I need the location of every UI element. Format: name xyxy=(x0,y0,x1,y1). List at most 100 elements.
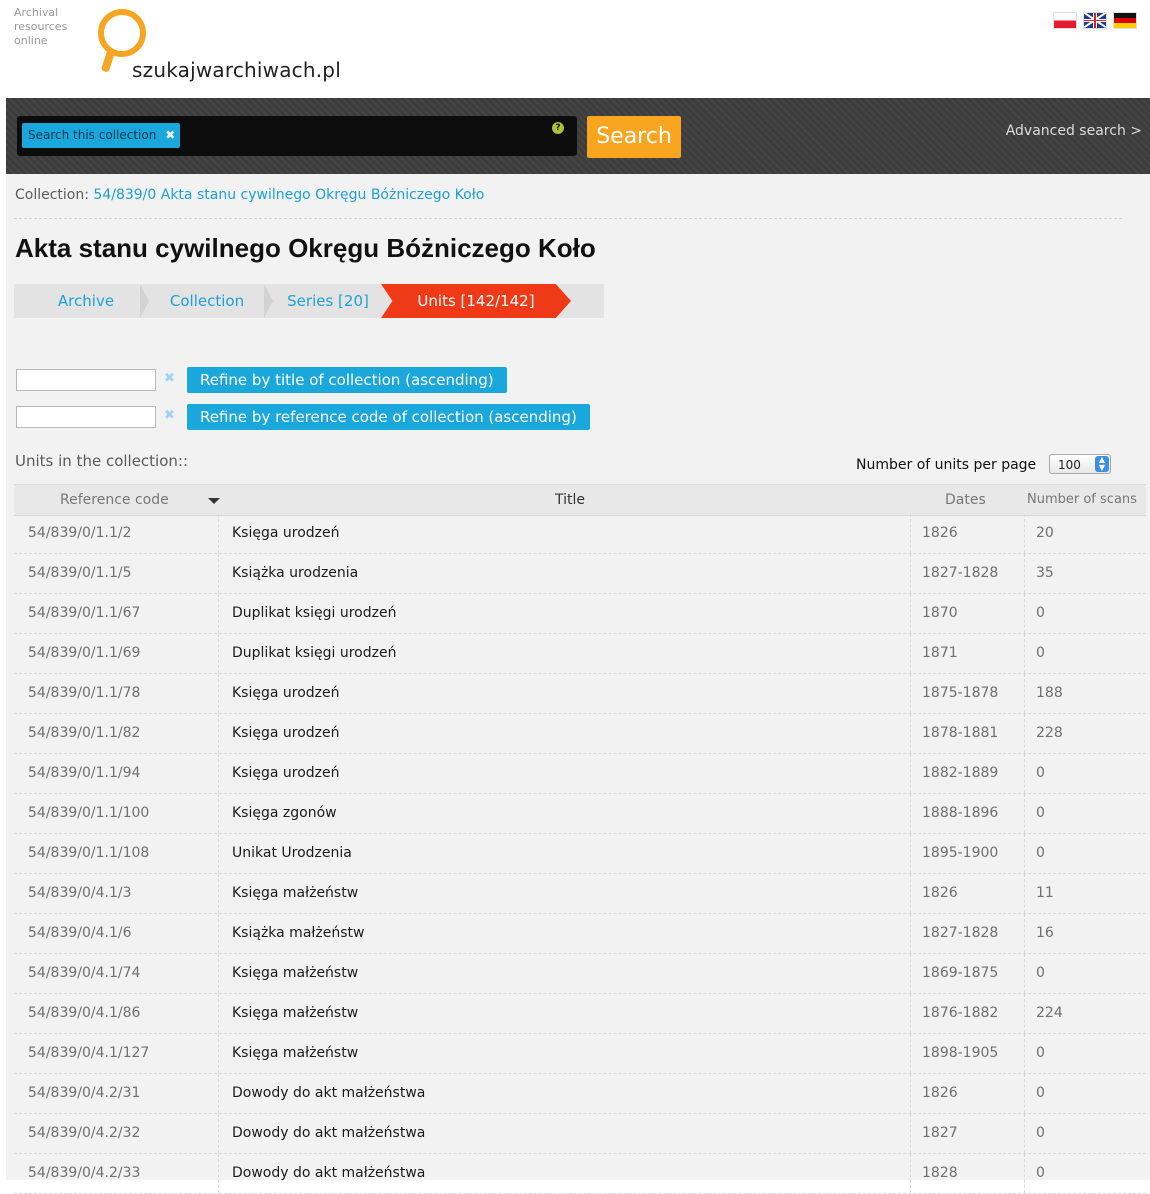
refine-reference-input[interactable] xyxy=(16,406,156,428)
unit-reference-code[interactable]: 54/839/0/1.1/94 xyxy=(28,754,140,793)
tab-collection[interactable]: Collection xyxy=(150,284,264,318)
column-header-number-of-scans[interactable]: Number of scans xyxy=(1027,485,1137,515)
stepper-arrows-icon[interactable]: ▲ ▼ xyxy=(1095,456,1109,472)
unit-title[interactable]: Dowody do akt małżeństwa xyxy=(232,1074,425,1113)
table-row[interactable]: 54/839/0/1.1/2 Księga urodzeń 1826 20 xyxy=(14,514,1146,554)
table-row[interactable]: 54/839/0/4.2/33 Dowody do akt małżeństwa 1… xyxy=(14,1154,1146,1194)
table-row[interactable]: 54/839/0/4.1/127 Księga małżeństw 1898-190… xyxy=(14,1034,1146,1074)
close-icon[interactable]: ✖ xyxy=(165,123,175,148)
logo-icon[interactable] xyxy=(98,9,146,57)
unit-reference-code[interactable]: 54/839/0/4.1/3 xyxy=(28,874,131,913)
table-row[interactable]: 54/839/0/4.1/86 Księga małżeństw 1876-1882… xyxy=(14,994,1146,1034)
table-row[interactable]: 54/839/0/4.2/31 Dowody do akt małżeństwa 1… xyxy=(14,1074,1146,1114)
unit-reference-code[interactable]: 54/839/0/1.1/82 xyxy=(28,714,140,753)
refine-title-button[interactable]: Refine by title of collection (ascending… xyxy=(187,367,507,393)
flag-de-icon[interactable] xyxy=(1114,13,1136,28)
unit-title[interactable]: Księga zgonów xyxy=(232,794,337,833)
unit-title[interactable]: Księga urodzeń xyxy=(232,714,340,753)
tab-archive[interactable]: Archive xyxy=(32,284,140,318)
column-divider xyxy=(910,954,911,993)
unit-reference-code[interactable]: 54/839/0/1.1/2 xyxy=(28,514,131,553)
tab-separator xyxy=(140,284,149,318)
column-divider xyxy=(910,1114,911,1153)
breadcrumb-collection-link[interactable]: 54/839/0 Akta stanu cywilnego Okręgu Bóż… xyxy=(93,187,484,203)
search-input[interactable]: Search this collection ✖ xyxy=(17,116,577,156)
unit-reference-code[interactable]: 54/839/0/1.1/100 xyxy=(28,794,149,833)
column-divider xyxy=(1024,954,1025,993)
per-page-select[interactable]: 100 ▲ ▼ xyxy=(1049,454,1111,474)
unit-dates: 1888-1896 xyxy=(922,805,999,821)
unit-reference-code[interactable]: 54/839/0/1.1/69 xyxy=(28,634,140,673)
unit-title[interactable]: Księga urodzeń xyxy=(232,674,340,713)
unit-reference-code[interactable]: 54/839/0/4.1/74 xyxy=(28,954,140,993)
column-divider xyxy=(218,1074,219,1113)
clear-icon[interactable]: ✖ xyxy=(164,371,175,386)
flag-pl-icon[interactable] xyxy=(1054,13,1076,28)
per-page-label: Number of units per page xyxy=(856,457,1037,473)
unit-reference-code[interactable]: 54/839/0/1.1/78 xyxy=(28,674,140,713)
unit-scan-count: 0 xyxy=(1036,1125,1045,1141)
unit-reference-code[interactable]: 54/839/0/4.2/32 xyxy=(28,1114,140,1153)
column-divider xyxy=(1024,834,1025,873)
unit-reference-code[interactable]: 54/839/0/1.1/108 xyxy=(28,834,149,873)
unit-reference-code[interactable]: 54/839/0/1.1/67 xyxy=(28,594,140,633)
table-row[interactable]: 54/839/0/4.1/74 Księga małżeństw 1869-1875… xyxy=(14,954,1146,994)
unit-title[interactable]: Księga urodzeń xyxy=(232,514,340,553)
column-header-reference-code[interactable]: Reference code xyxy=(60,485,169,515)
column-divider xyxy=(910,834,911,873)
sort-descending-icon[interactable] xyxy=(208,498,220,504)
column-divider xyxy=(1024,714,1025,753)
unit-reference-code[interactable]: 54/839/0/4.1/6 xyxy=(28,914,131,953)
unit-reference-code[interactable]: 54/839/0/4.1/127 xyxy=(28,1034,149,1073)
unit-dates: 1895-1900 xyxy=(922,845,999,861)
unit-title[interactable]: Dowody do akt małżeństwa xyxy=(232,1114,425,1153)
tab-series[interactable]: Series [20] xyxy=(274,284,382,318)
unit-title[interactable]: Unikat Urodzenia xyxy=(232,834,352,873)
unit-title[interactable]: Księga małżeństw xyxy=(232,994,358,1033)
table-row[interactable]: 54/839/0/1.1/5 Książka urodzenia 1827-1828… xyxy=(14,554,1146,594)
unit-title[interactable]: Księga małżeństw xyxy=(232,874,358,913)
unit-title[interactable]: Duplikat księgi urodzeń xyxy=(232,634,396,673)
advanced-search-link[interactable]: Advanced search > xyxy=(1006,123,1142,139)
tab-units[interactable]: Units [142/142] xyxy=(381,284,571,318)
table-row[interactable]: 54/839/0/4.2/32 Dowody do akt małżeństwa 1… xyxy=(14,1114,1146,1154)
flag-gb-icon[interactable] xyxy=(1084,13,1106,28)
unit-title[interactable]: Księga małżeństw xyxy=(232,954,358,993)
column-divider xyxy=(910,714,911,753)
unit-reference-code[interactable]: 54/839/0/4.1/86 xyxy=(28,994,140,1033)
refine-reference-button[interactable]: Refine by reference code of collection (… xyxy=(187,404,590,430)
table-row[interactable]: 54/839/0/1.1/94 Księga urodzeń 1882-1889 0 xyxy=(14,754,1146,794)
unit-reference-code[interactable]: 54/839/0/1.1/5 xyxy=(28,554,131,593)
unit-title[interactable]: Dowody do akt małżeństwa xyxy=(232,1154,425,1193)
column-divider xyxy=(218,514,219,553)
unit-title[interactable]: Księga urodzeń xyxy=(232,754,340,793)
unit-reference-code[interactable]: 54/839/0/4.2/31 xyxy=(28,1074,140,1113)
search-button[interactable]: Search xyxy=(587,116,681,158)
unit-title[interactable]: Duplikat księgi urodzeń xyxy=(232,594,396,633)
refine-title-input[interactable] xyxy=(16,369,156,391)
table-row[interactable]: 54/839/0/1.1/69 Duplikat księgi urodzeń 18… xyxy=(14,634,1146,674)
search-scope-chip[interactable]: Search this collection ✖ xyxy=(22,123,181,148)
logo-text[interactable]: szukajwarchiwach.pl xyxy=(132,58,341,82)
column-divider xyxy=(1024,794,1025,833)
unit-reference-code[interactable]: 54/839/0/4.2/33 xyxy=(28,1154,140,1193)
table-row[interactable]: 54/839/0/1.1/67 Duplikat księgi urodzeń 18… xyxy=(14,594,1146,634)
help-icon[interactable]: ? xyxy=(552,122,564,134)
unit-dates: 1870 xyxy=(922,605,958,621)
unit-dates: 1878-1881 xyxy=(922,725,999,741)
column-header-title[interactable]: Title xyxy=(555,485,585,515)
unit-scan-count: 0 xyxy=(1036,1165,1045,1181)
table-row[interactable]: 54/839/0/1.1/82 Księga urodzeń 1878-1881 22… xyxy=(14,714,1146,754)
column-divider xyxy=(218,674,219,713)
table-row[interactable]: 54/839/0/1.1/100 Księga zgonów 1888-1896 0 xyxy=(14,794,1146,834)
column-header-dates[interactable]: Dates xyxy=(945,485,986,515)
table-row[interactable]: 54/839/0/1.1/78 Księga urodzeń 1875-1878 18… xyxy=(14,674,1146,714)
clear-icon[interactable]: ✖ xyxy=(164,408,175,423)
column-divider xyxy=(910,794,911,833)
unit-title[interactable]: Książka urodzenia xyxy=(232,554,358,593)
table-row[interactable]: 54/839/0/4.1/6 Książka małżeństw 1827-1828… xyxy=(14,914,1146,954)
table-row[interactable]: 54/839/0/4.1/3 Księga małżeństw 1826 11 xyxy=(14,874,1146,914)
unit-title[interactable]: Księga małżeństw xyxy=(232,1034,358,1073)
unit-title[interactable]: Książka małżeństw xyxy=(232,914,364,953)
table-row[interactable]: 54/839/0/1.1/108 Unikat Urodzenia 1895-190… xyxy=(14,834,1146,874)
